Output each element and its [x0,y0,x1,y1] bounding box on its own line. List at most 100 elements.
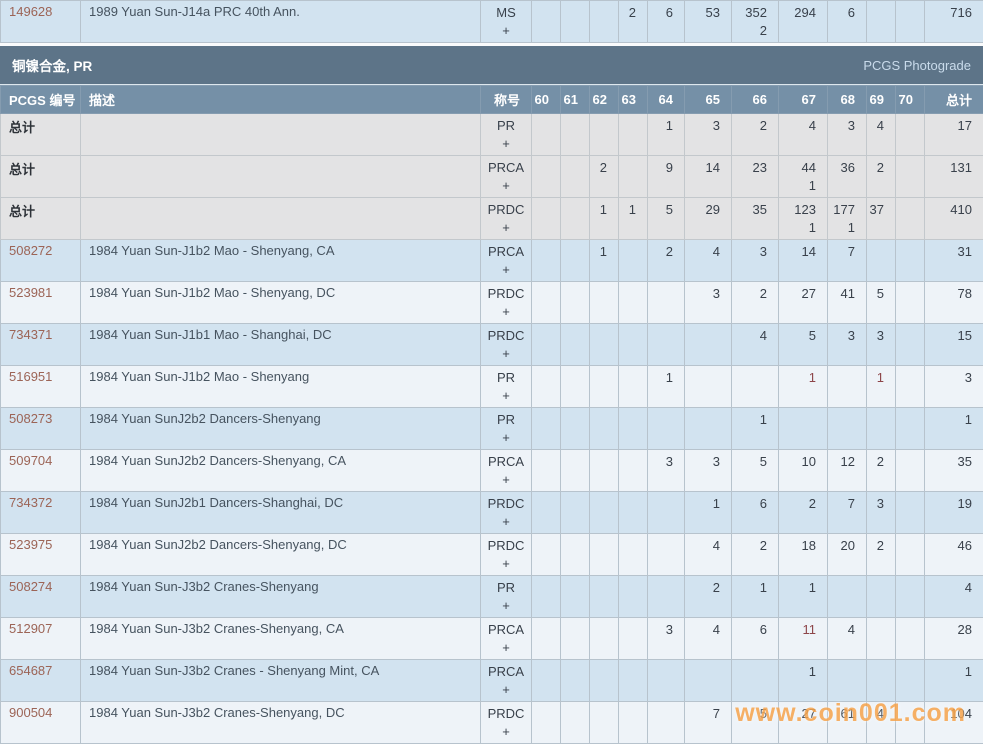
designation-label: PRDC [481,702,531,723]
designation-label: PRCA [481,618,531,639]
coin-description: 1984 Yuan Sun-J3b2 Cranes - Shenyang Min… [81,660,481,702]
pcgs-number-link[interactable]: 523975 [9,537,52,552]
grade-count [648,324,684,345]
grade-cell-67: 27 [779,702,828,744]
top-table-body: 1496281989 Yuan Sun-J14a PRC 40th Ann.MS… [1,1,983,43]
grade-cell-62 [590,366,619,408]
designation-cell: PRCA+ [481,450,532,492]
grade-cell-69: 2 [867,156,896,198]
grade-count [532,534,560,555]
grade-cell-67: 18 [779,534,828,576]
pcgs-number-link[interactable]: 734371 [9,327,52,342]
plus-grade-count [648,135,684,152]
total-row-label: 总计 [9,162,35,177]
plus-grade-count [779,345,827,362]
plus-grade-count: 1 [828,219,866,236]
plus-grade-count [619,723,647,740]
grade-count [828,366,866,387]
plus-grade-count [732,471,778,488]
pcgs-number-link[interactable]: 516951 [9,369,52,384]
grade-count [561,450,589,471]
grade-cell-63: 2 [619,1,648,43]
grade-cell-66: 3522 [732,1,779,43]
plus-grade-count [619,22,647,39]
total-count: 716 [925,1,983,22]
grade-count: 27 [779,282,827,303]
grade-count [561,366,589,387]
grade-count [561,198,589,219]
pcgs-photograde-link[interactable]: PCGS Photograde [863,58,971,73]
grade-count: 2 [779,492,827,513]
grade-count [732,366,778,387]
pcgs-number-link[interactable]: 523981 [9,285,52,300]
grade-cell-60 [532,408,561,450]
grade-cell-62: 2 [590,156,619,198]
grade-count: 3 [732,240,778,261]
grade-count: 7 [828,492,866,513]
pcgs-number-link[interactable]: 734372 [9,495,52,510]
total-cell: 4 [925,576,983,618]
pcgs-number-link[interactable]: 654687 [9,663,52,678]
grade-cell-60 [532,114,561,156]
grade-cell-64 [648,492,685,534]
grade-count [590,366,618,387]
grade-cell-67 [779,408,828,450]
grade-cell-62 [590,450,619,492]
grade-cell-61 [561,114,590,156]
grade-cell-69: 1 [867,366,896,408]
coin-description: 1984 Yuan Sun-J1b2 Mao - Shenyang, CA [81,240,481,282]
grade-count [619,366,647,387]
total-count: 31 [925,240,983,261]
pcgs-number-link[interactable]: 508274 [9,579,52,594]
total-row-label: 总计 [9,120,35,135]
grade-cell-66: 2 [732,282,779,324]
plus-designation-label: + [481,303,531,320]
grade-cell-70 [896,324,925,366]
grade-count [561,576,589,597]
plus-designation-label: + [481,429,531,446]
grade-count [619,240,647,261]
grade-count [896,114,924,135]
plus-grade-count [828,22,866,39]
grade-cell-63 [619,408,648,450]
grade-cell-63 [619,492,648,534]
grade-count [896,1,924,22]
grade-cell-62: 1 [590,198,619,240]
grade-cell-69 [867,240,896,282]
plus-grade-count [732,429,778,446]
grade-cell-65: 29 [685,198,732,240]
plus-grade-count [648,723,684,740]
column-header-designation: 称号 [481,86,532,114]
pcgs-id-cell: 523981 [1,282,81,324]
grade-cell-70 [896,492,925,534]
plus-grade-count [867,639,895,656]
plus-grade-count [828,471,866,488]
plus-grade-count [732,597,778,614]
plus-grade-count [648,513,684,530]
grade-cell-64 [648,282,685,324]
pcgs-number-link[interactable]: 512907 [9,621,52,636]
plus-grade-count [619,219,647,236]
plus-grade-count [828,723,866,740]
total-cell: 28 [925,618,983,660]
pcgs-number-link[interactable]: 149628 [9,4,52,19]
grade-cell-61 [561,534,590,576]
designation-cell: PRCA+ [481,618,532,660]
pcgs-number-link[interactable]: 508272 [9,243,52,258]
pcgs-number-link[interactable]: 508273 [9,411,52,426]
grade-cell-65 [685,408,732,450]
designation-label: PRDC [481,198,531,219]
grade-cell-63 [619,618,648,660]
grade-count: 294 [779,1,827,22]
grade-count [685,660,731,681]
table-row: 5239811984 Yuan Sun-J1b2 Mao - Shenyang,… [1,282,983,324]
plus-grade-count [685,639,731,656]
grade-cell-61 [561,1,590,43]
plus-grade-count [779,723,827,740]
pcgs-number-link[interactable]: 509704 [9,453,52,468]
grade-cell-61 [561,618,590,660]
plus-grade-count [561,345,589,362]
plus-grade-count [590,345,618,362]
pcgs-number-link[interactable]: 900504 [9,705,52,720]
plus-designation-label: + [481,513,531,530]
